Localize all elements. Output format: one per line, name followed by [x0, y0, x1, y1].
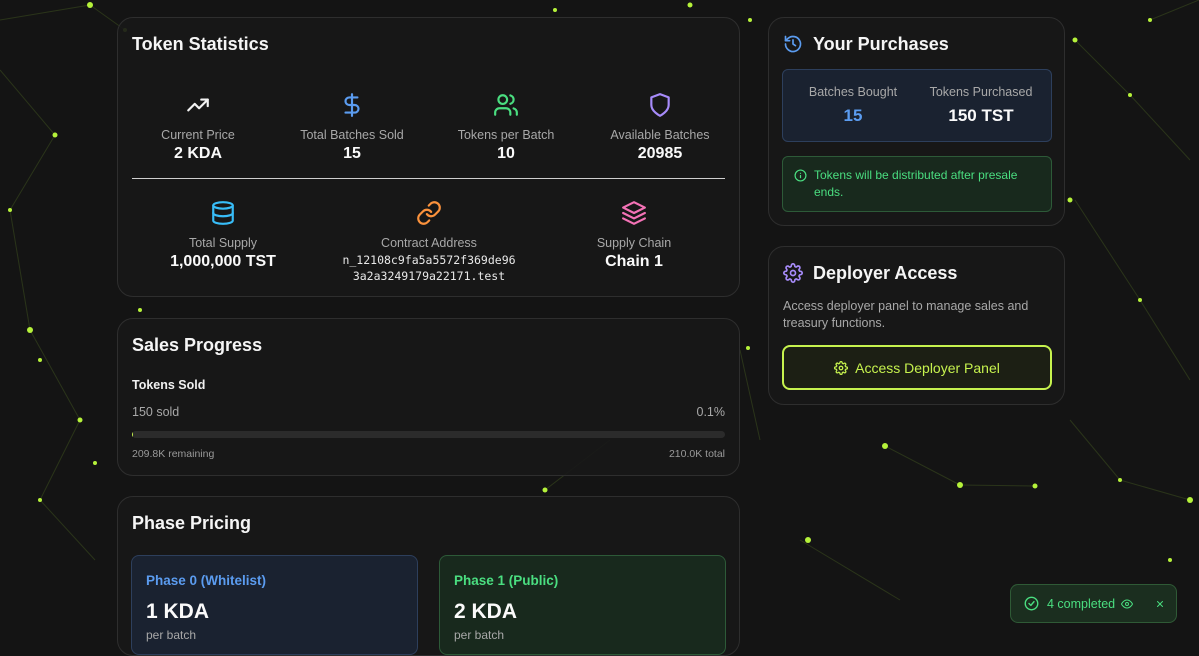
stat-label: Tokens per Batch — [457, 128, 555, 142]
deployer-desc-line1: Access deployer panel to manage sales an… — [783, 299, 1029, 313]
sold-count: 150 sold — [132, 405, 180, 419]
stat-value: 20985 — [637, 145, 683, 162]
phase-pricing-title: Phase Pricing — [132, 513, 252, 533]
stat-value: 2 KDA — [173, 145, 222, 162]
tokens-purchased-label: Tokens Purchased — [929, 85, 1033, 99]
notice-line1: Tokens will be distributed after presale — [814, 168, 1018, 182]
phase-unit: per batch — [146, 628, 197, 642]
sales-progress-card: Sales Progress Tokens Sold 150 sold 0.1%… — [117, 318, 740, 476]
settings-icon — [783, 263, 803, 288]
completed-toast[interactable]: 4 completed — [1010, 584, 1177, 623]
remaining-text: 209.8K remaining — [132, 448, 215, 460]
dollar-icon — [272, 90, 432, 120]
stat-available-batches: Available Batches 20985 — [580, 90, 740, 163]
toast-label: 4 completed — [1047, 596, 1116, 611]
phase-pricing-card: Phase Pricing Phase 0 (Whitelist) 1 KDA … — [117, 496, 740, 656]
stat-total-supply: Total Supply 1,000,000 TST — [143, 198, 303, 271]
access-deployer-panel-label: Access Deployer Panel — [855, 359, 1000, 376]
stat-value: 10 — [497, 145, 515, 162]
progress-track — [132, 431, 725, 438]
stat-total-batches-sold: Total Batches Sold 15 — [272, 90, 432, 163]
check-circle-icon — [1024, 596, 1039, 611]
stat-label: Available Batches — [610, 128, 710, 142]
stat-label: Contract Address — [381, 236, 477, 250]
stat-tokens-per-batch: Tokens per Batch 10 — [426, 90, 586, 163]
layers-icon — [554, 198, 714, 228]
eye-icon[interactable] — [1121, 598, 1134, 610]
database-icon — [143, 198, 303, 228]
trending-up-icon — [118, 90, 278, 120]
total-text: 210.0K total — [668, 448, 725, 460]
stat-label: Total Supply — [188, 236, 258, 250]
phase-name: Phase 1 (Public) — [454, 573, 559, 588]
close-icon[interactable] — [1155, 599, 1165, 609]
info-icon — [794, 169, 807, 187]
phase-unit: per batch — [454, 628, 505, 642]
phase-price: 2 KDA — [454, 600, 518, 623]
distribution-notice: Tokens will be distributed after presale… — [782, 156, 1052, 212]
stat-current-price: Current Price 2 KDA — [118, 90, 278, 163]
stat-supply-chain: Supply Chain Chain 1 — [554, 198, 714, 271]
gear-icon — [834, 360, 849, 375]
stat-label: Current Price — [161, 128, 235, 142]
sold-percent: 0.1% — [696, 405, 726, 419]
token-statistics-card: Token Statistics Current Price 2 KDA Tot… — [117, 17, 740, 297]
stat-contract-address: Contract Address n_12108c9fa5a5572f369de… — [299, 198, 559, 284]
link-icon — [299, 198, 559, 228]
deployer-desc-line2: treasury functions. — [783, 316, 886, 330]
contract-address-line2[interactable]: 3a2a3249179a22171.test — [299, 268, 559, 284]
tokens-purchased-value: 150 TST — [948, 106, 1014, 125]
stat-label: Supply Chain — [596, 236, 672, 250]
deployer-access-card: Deployer Access Access deployer panel to… — [768, 246, 1065, 405]
stat-label: Total Batches Sold — [300, 128, 404, 142]
batches-bought-label: Batches Bought — [808, 85, 898, 99]
phase-price: 1 KDA — [146, 600, 210, 623]
sales-progress-title: Sales Progress — [132, 335, 263, 355]
contract-address-line1[interactable]: n_12108c9fa5a5572f369de96 — [299, 252, 559, 268]
users-icon — [426, 90, 586, 120]
purchases-summary: Batches Bought 15 Tokens Purchased 150 T… — [782, 69, 1052, 142]
deployer-access-title: Deployer Access — [813, 263, 958, 283]
stat-value: 1,000,000 TST — [170, 253, 276, 270]
access-deployer-panel-button[interactable]: Access Deployer Panel — [782, 345, 1052, 390]
stats-divider — [132, 178, 725, 179]
phase-0-card: Phase 0 (Whitelist) 1 KDA per batch — [131, 555, 418, 655]
stat-value: Chain 1 — [605, 253, 663, 270]
tokens-sold-label: Tokens Sold — [132, 378, 206, 392]
batches-bought-value: 15 — [843, 106, 863, 125]
shield-icon — [580, 90, 740, 120]
progress-fill — [132, 431, 133, 438]
phase-1-card: Phase 1 (Public) 2 KDA per batch — [439, 555, 726, 655]
notice-line2: ends. — [814, 185, 844, 199]
phase-name: Phase 0 (Whitelist) — [146, 573, 267, 588]
your-purchases-card: Your Purchases Batches Bought 15 Tokens … — [768, 17, 1065, 226]
history-icon — [783, 34, 803, 59]
stat-value: 15 — [343, 145, 361, 162]
your-purchases-title: Your Purchases — [813, 34, 949, 54]
token-statistics-title: Token Statistics — [132, 34, 269, 54]
